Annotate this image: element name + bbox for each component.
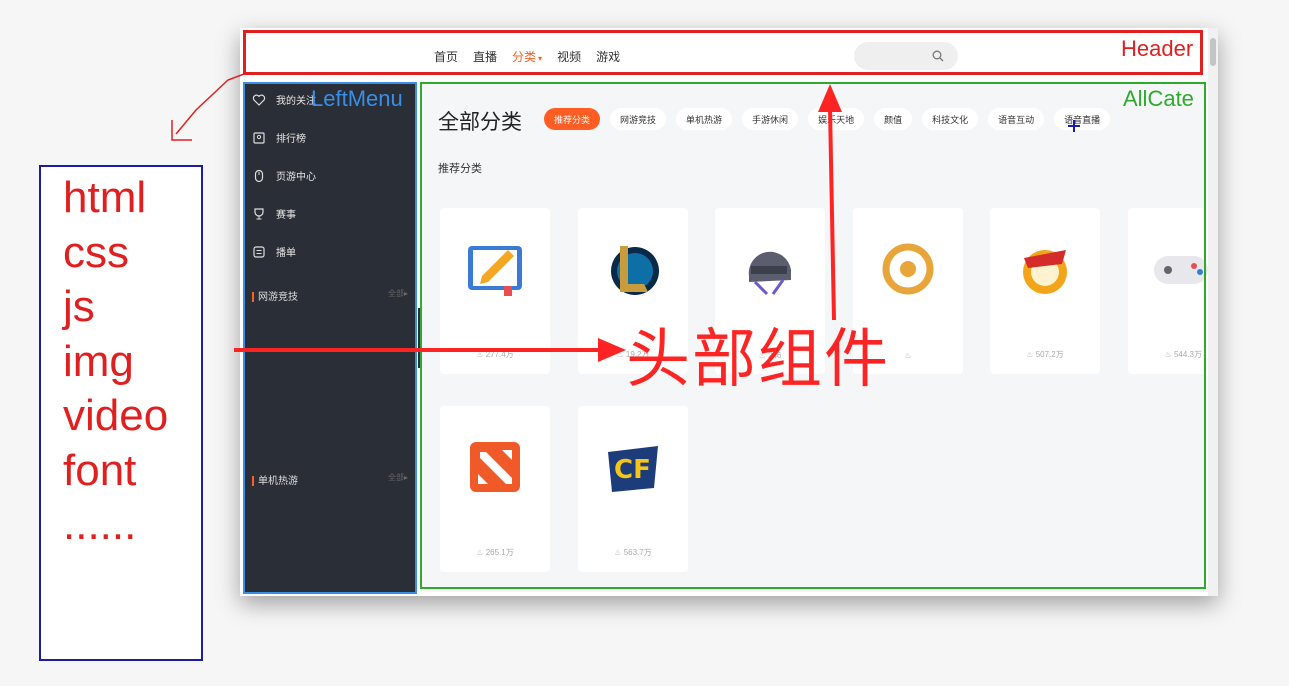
header-component-caption: 头部组件	[626, 323, 890, 397]
scrollbar-thumb[interactable]	[1210, 38, 1216, 66]
header-annotation-label: Header	[1121, 36, 1194, 61]
allcate-annotation-label: AllCate	[1123, 86, 1194, 111]
header-highlight-box	[243, 30, 1203, 75]
asset-list: html css js img video font ......	[39, 165, 203, 661]
asset-item: js	[63, 282, 95, 331]
asset-item: font	[63, 445, 137, 495]
pointer-line	[175, 73, 245, 135]
asset-item: img	[63, 336, 134, 386]
arrow-head-icon	[171, 120, 192, 141]
asset-item: html	[63, 173, 147, 222]
asset-item: css	[63, 227, 129, 277]
asset-item: ......	[63, 500, 137, 549]
asset-item: video	[63, 391, 169, 440]
leftmenu-annotation-label: LeftMenu	[311, 86, 403, 111]
leftmenu-highlight-box	[243, 82, 417, 594]
scrollbar[interactable]	[1208, 28, 1218, 596]
